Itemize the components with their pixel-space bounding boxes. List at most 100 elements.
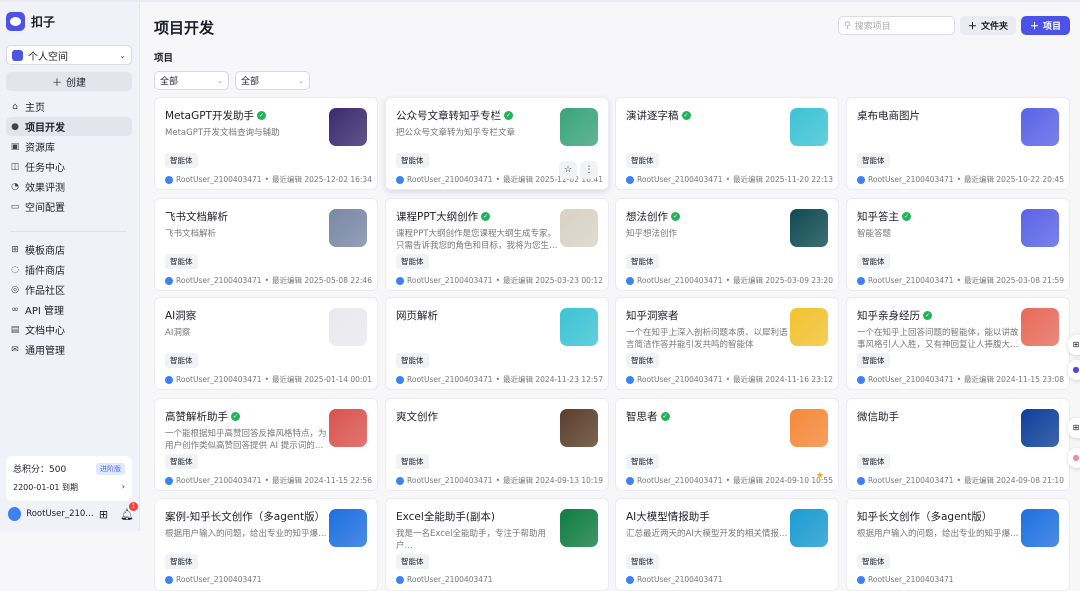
search-input[interactable]: ⚲ 搜索项目 <box>838 16 955 35</box>
project-card[interactable]: 想法创作 ✓ 知乎想法创作 智能体 RootUser_2100403471 • 最近编… <box>615 198 839 291</box>
card-title: 知乎亲身经历 <box>857 310 920 322</box>
float-bot-icon[interactable]: ● <box>1068 360 1080 380</box>
project-card[interactable]: 演讲逐字稿 ✓ 智能体 RootUser_2100403471 • 最近编辑 2025… <box>615 97 839 190</box>
user-profile[interactable]: RootUser_210… ⊞ 🔔︎ 1 <box>8 501 138 521</box>
project-card[interactable]: 公众号文章转知乎专栏 ✓ 把公众号文章转为知乎专栏文章 智能体 RootUser_… <box>385 97 609 190</box>
card-edited-time: 最近编辑 2025-11-20 22:13 <box>733 175 833 184</box>
starred-icon[interactable]: ★ <box>816 471 824 481</box>
card-title: 桌布电商图片 <box>857 110 920 122</box>
type-tag: 智能体 <box>165 554 198 569</box>
card-thumbnail <box>1021 509 1059 547</box>
float-apps-icon[interactable]: ⊞ <box>1068 335 1080 355</box>
sidebar-item[interactable]: ◔ 效果评测 <box>6 177 132 196</box>
user-icon <box>857 476 865 485</box>
card-edited-time: 最近编辑 2024-11-16 23:12 <box>733 375 833 384</box>
points-total: 总积分：500 <box>13 465 67 475</box>
type-tag: 智能体 <box>165 353 198 368</box>
sidebar-item[interactable]: ✉ 通用管理 <box>6 340 132 359</box>
card-title: AI洞察 <box>165 310 197 322</box>
project-card[interactable]: 网页解析 智能体 RootUser_2100403471 • 最近编辑 2024-1… <box>385 297 609 390</box>
type-tag: 智能体 <box>626 254 659 269</box>
sidebar-item[interactable]: ⌂ 主页 <box>6 97 132 116</box>
type-tag: 智能体 <box>857 153 890 168</box>
card-title: 飞书文档解析 <box>165 211 228 223</box>
card-thumbnail <box>329 108 367 146</box>
card-title: Excel全能助手(副本) <box>396 511 496 523</box>
project-card[interactable]: 爽文创作 智能体 RootUser_2100403471 • 最近编辑 2024-0… <box>385 398 609 491</box>
app-name: 扣子 <box>31 15 56 29</box>
project-card[interactable]: 课程PPT大纲创作 ✓ 课程PPT大纲创作是您课程大纲生成专家。只需告诉我您的角色… <box>385 198 609 291</box>
type-filter[interactable]: 全部 ⌄ <box>154 71 229 90</box>
project-card[interactable]: 微信助手 智能体 RootUser_2100403471 • 最近编辑 2024-0… <box>846 398 1070 491</box>
space-selector[interactable]: 个人空间 ⌄ <box>6 45 132 65</box>
separator: • <box>495 276 500 285</box>
sidebar-item[interactable]: ⊞ 模板商店 <box>6 240 132 259</box>
card-title: 知乎答主 <box>857 211 899 223</box>
project-card[interactable]: 案例-知乎长文创作（多agent版） 根据用户输入的问题，给出专业的知乎爆… 智… <box>154 498 378 591</box>
float-apps-icon-2[interactable]: ⊞ <box>1068 418 1080 438</box>
card-edited-time: 最近编辑 2024-11-15 22:56 <box>272 476 372 485</box>
sidebar-item[interactable]: ◫ 任务中心 <box>6 157 132 176</box>
new-folder-button[interactable]: ＋ 文件夹 <box>960 16 1016 35</box>
card-owner: RootUser_2100403471 <box>176 575 262 584</box>
project-card[interactable]: MetaGPT开发助手 ✓ MetaGPT开发文档查询与辅助 智能体 RootUs… <box>154 97 378 190</box>
sidebar-item[interactable]: ◎ 作品社区 <box>6 280 132 299</box>
owner-filter[interactable]: 全部 ⌄ <box>235 71 310 90</box>
project-card[interactable]: 桌布电商图片 智能体 RootUser_2100403471 • 最近编辑 2025… <box>846 97 1070 190</box>
card-thumbnail <box>1021 308 1059 346</box>
user-icon <box>165 375 173 384</box>
points-card[interactable]: 总积分：500 进阶版 2200-01-01 到期 › <box>6 456 132 501</box>
new-project-button[interactable]: ＋ 项目 <box>1021 16 1070 35</box>
card-description: AI洞察 <box>165 328 191 338</box>
create-button[interactable]: ＋ 创建 <box>6 72 132 91</box>
card-thumbnail <box>329 409 367 447</box>
card-description: 把公众号文章转为知乎专栏文章 <box>396 128 516 138</box>
project-card[interactable]: AI洞察 AI洞察 智能体 RootUser_2100403471 • 最近编辑 2… <box>154 297 378 390</box>
sidebar-item[interactable]: ▤ 文档中心 <box>6 320 132 339</box>
logo[interactable]: 扣子 <box>6 12 55 31</box>
card-title: 高赞解析助手 <box>165 411 228 423</box>
project-card[interactable]: 飞书文档解析 飞书文档解析 智能体 RootUser_2100403471 • 最近… <box>154 198 378 291</box>
card-title: 爽文创作 <box>396 411 438 423</box>
project-card[interactable]: 知乎答主 ✓ 智能答题 智能体 RootUser_2100403471 • 最近编辑 … <box>846 198 1070 291</box>
card-edited-time: 最近编辑 2024-09-13 10:19 <box>503 476 603 485</box>
project-card[interactable]: AI大模型情报助手 汇总最近两天的AI大模型开发的相关情报… 智能体 RootU… <box>615 498 839 591</box>
sidebar-item[interactable]: ◌ 插件商店 <box>6 260 132 279</box>
card-thumbnail <box>560 308 598 346</box>
card-title: 知乎洞察者 <box>626 310 679 322</box>
user-icon <box>165 476 173 485</box>
card-description: 汇总最近两天的AI大模型开发的相关情报… <box>626 529 788 539</box>
user-icon <box>857 276 865 285</box>
sidebar-item[interactable]: ∞ API 管理 <box>6 300 132 319</box>
sidebar-item[interactable]: ▭ 空间配置 <box>6 197 132 216</box>
project-card[interactable]: 高赞解析助手 ✓ 一个能根据知乎高赞回答反推风格特点，为用户创作类似高赞回答提供 … <box>154 398 378 491</box>
separator: • <box>725 476 730 485</box>
project-card[interactable]: Excel全能助手(副本) 我是一名Excel全能助手，专注于帮助用户… 智能体… <box>385 498 609 591</box>
card-owner: RootUser_2100403471 <box>637 476 723 485</box>
project-card[interactable]: 知乎亲身经历 ✓ 一个在知乎上回答问题的智能体，能以讲故事风格引人入胜，又有神回复… <box>846 297 1070 390</box>
sidebar-item-label: 空间配置 <box>25 203 65 214</box>
separator: • <box>264 175 269 184</box>
apps-icon[interactable]: ⊞ <box>99 508 108 521</box>
sidebar-item-label: 主页 <box>25 103 45 114</box>
project-card[interactable]: 知乎洞察者 一个在知乎上深入剖析问题本质、以犀利语言简洁作答并能引发共鸣的智能体… <box>615 297 839 390</box>
card-title: 案例-知乎长文创作（多agent版） <box>165 511 326 523</box>
user-icon <box>857 575 865 584</box>
sidebar-item[interactable]: ● 项目开发 <box>6 117 132 136</box>
card-owner: RootUser_2100403471 <box>407 476 493 485</box>
project-card[interactable]: 智思者 ✓ 智能体 RootUser_2100403471 • 最近编辑 2024-0… <box>615 398 839 491</box>
bell-icon[interactable]: 🔔︎ 1 <box>120 501 138 521</box>
user-icon <box>626 276 634 285</box>
card-edited-time: 最近编辑 2025-03-08 21:59 <box>964 276 1064 285</box>
card-edited-time: 最近编辑 2025-10-22 20:45 <box>964 175 1064 184</box>
favorite-star-icon[interactable]: ☆ <box>559 161 577 179</box>
type-tag: 智能体 <box>396 554 429 569</box>
project-card[interactable]: 知乎长文创作（多agent版） 根据用户输入的问题，给出专业的知乎爆… 智能体 … <box>846 498 1070 591</box>
more-options-icon[interactable]: ⋮ <box>580 161 598 179</box>
card-description: MetaGPT开发文档查询与辅助 <box>165 128 280 138</box>
user-icon <box>626 476 634 485</box>
user-avatar <box>8 507 22 521</box>
create-label: 创建 <box>66 78 86 89</box>
sidebar-item[interactable]: ▣ 资源库 <box>6 137 132 156</box>
float-assistant-icon[interactable]: ● <box>1068 448 1080 468</box>
